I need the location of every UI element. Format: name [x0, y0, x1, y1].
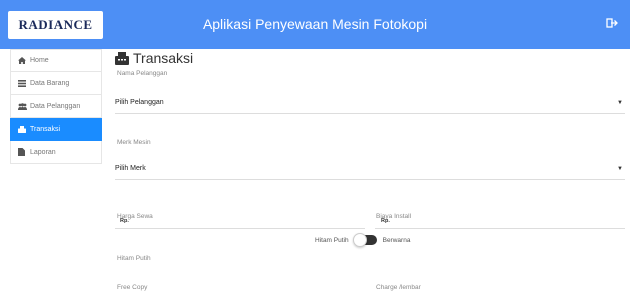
color-mode-toggle-group: Hitam Putih Berwarna — [315, 233, 411, 247]
sidebar-item-label: Data Barang — [30, 79, 70, 87]
fax-icon — [18, 125, 28, 133]
page-title: Transaksi — [115, 50, 193, 66]
pelanggan-select-value: Pilih Pelanggan — [115, 99, 164, 106]
app-title: Aplikasi Penyewaan Mesin Fotokopi — [202, 16, 428, 32]
caret-down-icon: ▼ — [617, 100, 623, 106]
app-header: RADIANCE Aplikasi Penyewaan Mesin Fotoko… — [0, 0, 630, 49]
sign-out-icon[interactable] — [606, 17, 618, 29]
sidebar-item-home[interactable]: Home — [10, 49, 102, 72]
toggle-right-label: Berwarna — [382, 236, 411, 244]
charge-label: Charge /lembar — [376, 284, 421, 291]
sidebar-item-laporan[interactable]: Laporan — [10, 141, 102, 164]
sidebar-item-label: Laporan — [30, 148, 56, 156]
merk-select-value: Pilih Merk — [115, 165, 146, 172]
sidebar-item-data-barang[interactable]: Data Barang — [10, 72, 102, 95]
caret-down-icon: ▼ — [617, 166, 623, 172]
harga-sewa-input[interactable] — [115, 213, 365, 229]
pelanggan-select[interactable]: Pilih Pelanggan ▼ — [115, 94, 625, 114]
merk-select[interactable]: Pilih Merk ▼ — [115, 160, 625, 180]
users-icon — [18, 102, 28, 110]
sidebar-item-label: Data Pelanggan — [30, 102, 81, 110]
sidebar-item-label: Home — [30, 57, 49, 64]
home-icon — [18, 57, 28, 64]
nama-pelanggan-label: Nama Pelanggan — [117, 70, 168, 77]
toggle-left-label: Hitam Putih — [315, 236, 349, 244]
sidebar-item-data-pelanggan[interactable]: Data Pelanggan — [10, 95, 102, 118]
free-copy-label: Free Copy — [117, 284, 148, 291]
sidebar-item-label: Transaksi — [30, 125, 61, 133]
file-icon — [18, 148, 28, 156]
hitam-putih-label: Hitam Putih — [117, 255, 151, 262]
merk-mesin-label: Merk Mesin — [117, 139, 151, 146]
list-icon — [18, 79, 28, 87]
fax-icon — [115, 51, 129, 65]
sidebar-item-transaksi[interactable]: Transaksi — [10, 118, 102, 141]
toggle-knob — [352, 233, 367, 247]
color-mode-toggle[interactable] — [352, 233, 377, 247]
page-title-text: Transaksi — [133, 50, 194, 66]
sidebar: Home Data Barang Data Pelanggan Transaks… — [10, 49, 102, 164]
biaya-install-input[interactable] — [375, 213, 625, 229]
